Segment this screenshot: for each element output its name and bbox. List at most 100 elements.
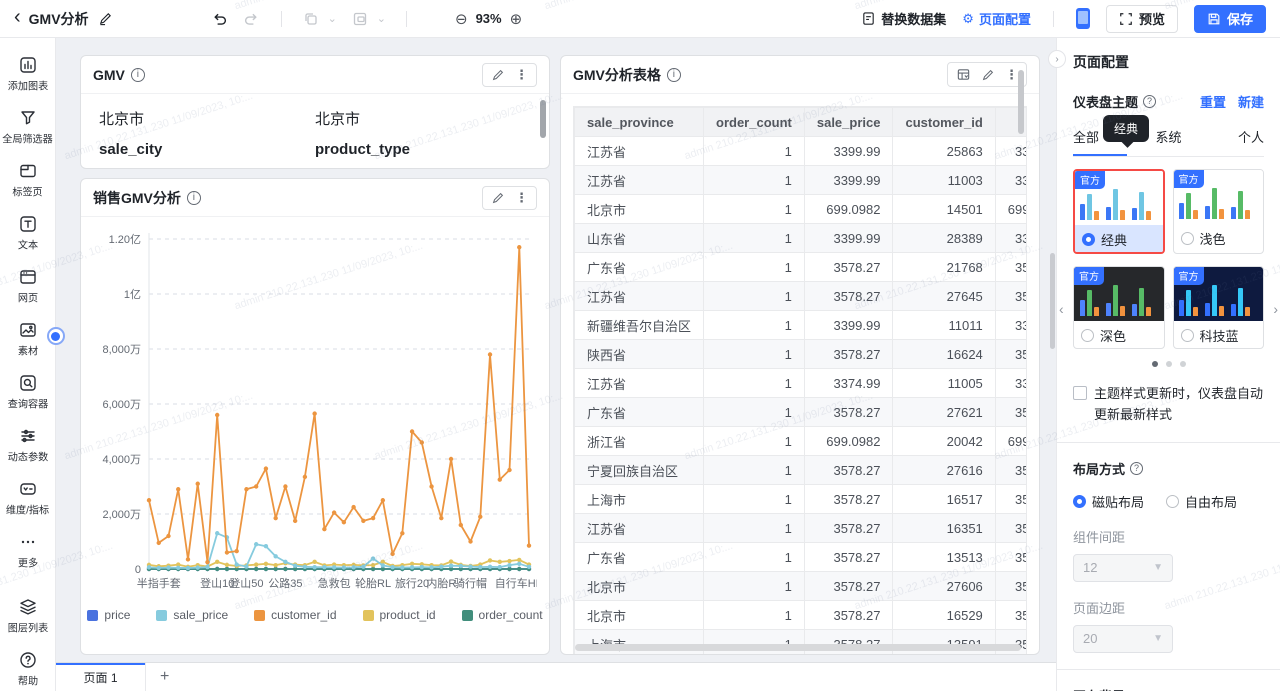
column-header[interactable]: customer_id <box>893 108 995 137</box>
column-header[interactable]: sale_price <box>804 108 893 137</box>
table-cell: 27606 <box>893 572 995 601</box>
table-row[interactable]: 江苏省13399.99258633399.98999023437 <box>575 137 1028 166</box>
theme-card-深色[interactable]: 深色官方 <box>1073 266 1165 349</box>
chevron-right-icon[interactable]: › <box>1273 301 1278 317</box>
legend-item-sale_price[interactable]: sale_price <box>156 608 228 622</box>
table-cell: 3578.27 <box>804 485 893 514</box>
sidebar-item-help[interactable]: 帮助 <box>0 643 56 691</box>
table-row[interactable]: 山东省13399.99283893399.98999023437 <box>575 224 1028 253</box>
sidebar-item-dimension[interactable]: 维度/指标 <box>0 472 56 525</box>
sidebar-item-media[interactable]: 素材 <box>0 313 56 366</box>
theme-create-link[interactable]: 新建 <box>1238 92 1264 111</box>
dashboard-canvas[interactable]: GMV i ⋮ 北京市sale_city北京市product_type 销售GM… <box>56 38 1056 662</box>
replace-dataset-button[interactable]: 替换数据集 <box>861 9 946 28</box>
kebab-menu-icon[interactable]: ⋮ <box>1005 68 1018 81</box>
theme-tab-个人[interactable]: 个人 <box>1210 127 1264 156</box>
insert-board-icon[interactable] <box>351 10 369 28</box>
zoom-in-icon[interactable]: ⊕ <box>510 10 523 28</box>
table-row[interactable]: 宁夏回族自治区13578.27276163578.27001953125 <box>575 456 1028 485</box>
pagination-dot[interactable] <box>1166 361 1172 367</box>
legend-item-customer_id[interactable]: customer_id <box>254 608 336 622</box>
sidebar-item-query[interactable]: 查询容器 <box>0 366 56 419</box>
edit-icon[interactable] <box>981 68 995 82</box>
page-margin-select[interactable]: 20 ▼ <box>1073 625 1173 653</box>
table-row[interactable]: 江苏省13578.27163513578.27001953125 <box>575 514 1028 543</box>
gmv-scrollbar[interactable] <box>540 100 546 138</box>
sidebar-item-filter[interactable]: 全局筛选器 <box>0 101 56 154</box>
help-icon[interactable]: ? <box>1130 462 1143 475</box>
sidebar-item-web[interactable]: 网页 <box>0 260 56 313</box>
sidebar-item-text[interactable]: 文本 <box>0 207 56 260</box>
pagination-dot[interactable] <box>1180 361 1186 367</box>
component-gap-select[interactable]: 12 ▼ <box>1073 554 1173 582</box>
theme-card-浅色[interactable]: 浅色官方 <box>1173 169 1265 254</box>
legend-item-price[interactable]: price <box>87 608 130 622</box>
redo-icon[interactable] <box>243 10 261 28</box>
table-row[interactable]: 陕西省13578.27166243578.27001953125 <box>575 340 1028 369</box>
zoom-out-icon[interactable]: ⊖ <box>455 10 468 28</box>
theme-tab-系统[interactable]: 系统 <box>1141 127 1195 156</box>
gmv-widget-body: 北京市sale_city北京市product_type <box>81 94 549 168</box>
theme-name: 经典 <box>1101 230 1127 249</box>
layout-option-grid[interactable]: 磁贴布局 <box>1073 492 1144 511</box>
back-icon[interactable]: ‹ <box>14 7 21 27</box>
svg-text:自行车HR: 自行车HR <box>495 576 537 590</box>
kebab-menu-icon[interactable]: ⋮ <box>515 68 528 81</box>
column-header[interactable]: sale_province <box>575 108 704 137</box>
gmv-widget[interactable]: GMV i ⋮ 北京市sale_city北京市product_type <box>80 55 550 169</box>
table-vertical-scrollbar[interactable] <box>1018 70 1024 134</box>
table-row[interactable]: 新疆维吾尔自治区13399.99110113399.98999023437 <box>575 311 1028 340</box>
table-detail-icon[interactable] <box>956 67 971 82</box>
auto-update-checkbox[interactable] <box>1073 386 1087 400</box>
sidebar-item-more[interactable]: 更多 <box>0 525 56 578</box>
table-row[interactable]: 北京市1699.098214501699.0982055664062 <box>575 195 1028 224</box>
chevron-down-icon[interactable]: ⌄ <box>328 12 337 25</box>
table-row[interactable]: 江苏省13578.27276453578.27001953125 <box>575 282 1028 311</box>
column-header[interactable]: order_count <box>704 108 805 137</box>
gmv-table-widget[interactable]: GMV分析表格 i ⋮ sale_provinceorder_countsale… <box>560 55 1040 655</box>
page-tab-1[interactable]: 页面 1 <box>56 663 146 691</box>
sales-gmv-chart-widget[interactable]: 销售GMV分析 i ⋮ 02,000万4,000万6,000万8,000万1亿1… <box>80 178 550 655</box>
table-row[interactable]: 广东省13578.27135133578.27001953125 <box>575 543 1028 572</box>
mobile-layout-icon[interactable] <box>1076 8 1090 29</box>
table-horizontal-scrollbar[interactable] <box>575 644 1021 651</box>
page-config-button[interactable]: ⚙ 页面配置 <box>962 9 1031 28</box>
sidebar-item-params[interactable]: 动态参数 <box>0 419 56 472</box>
kebab-menu-icon[interactable]: ⋮ <box>515 191 528 204</box>
theme-card-科技蓝[interactable]: 科技蓝官方 <box>1173 266 1265 349</box>
group-copy-icon[interactable] <box>302 10 320 28</box>
table-row[interactable]: 北京市13578.27165293578.27001953125 <box>575 601 1028 630</box>
theme-reset-link[interactable]: 重置 <box>1200 92 1226 111</box>
theme-card-经典[interactable]: 经典官方 <box>1073 169 1165 254</box>
edit-title-icon[interactable] <box>97 10 115 28</box>
table-row[interactable]: 北京市13578.27276063578.27001953125 <box>575 572 1028 601</box>
table-row[interactable]: 浙江省1699.098220042699.0982055664062 <box>575 427 1028 456</box>
chevron-down-icon[interactable]: ⌄ <box>377 12 386 25</box>
pagination-dot[interactable] <box>1152 361 1158 367</box>
add-page-icon[interactable]: + <box>160 668 169 686</box>
beacon-dot-icon[interactable] <box>47 327 65 345</box>
table-row[interactable]: 上海市13578.27135913578.27001953125 <box>575 630 1028 656</box>
legend-swatch <box>254 610 265 621</box>
table-row[interactable]: 江苏省13399.99110033399.98999023437 <box>575 166 1028 195</box>
edit-icon[interactable] <box>491 68 505 82</box>
save-button[interactable]: 保存 <box>1194 5 1266 33</box>
table-cell: 1 <box>704 514 805 543</box>
table-row[interactable]: 江苏省13374.99110053374.98999023437 <box>575 369 1028 398</box>
preview-button[interactable]: 预览 <box>1106 5 1178 33</box>
sidebar-item-chart[interactable]: 添加图表 <box>0 48 56 101</box>
undo-icon[interactable] <box>211 10 229 28</box>
chevron-left-icon[interactable]: ‹ <box>1059 301 1064 317</box>
table-row[interactable]: 广东省13578.27276213578.27001953125 <box>575 398 1028 427</box>
edit-icon[interactable] <box>491 191 505 205</box>
legend-item-product_id[interactable]: product_id <box>363 608 436 622</box>
layout-option-free[interactable]: 自由布局 <box>1166 492 1237 511</box>
help-icon[interactable]: ? <box>1143 95 1156 108</box>
panel-collapse-icon[interactable]: › <box>1048 50 1066 68</box>
table-row[interactable]: 广东省13578.27217683578.27001953125 <box>575 253 1028 282</box>
sidebar-item-layers[interactable]: 图层列表 <box>0 590 56 643</box>
sidebar-item-tab[interactable]: 标签页 <box>0 154 56 207</box>
canvas-scrollbar[interactable] <box>1050 253 1055 349</box>
legend-item-order_count[interactable]: order_count <box>462 608 543 622</box>
table-row[interactable]: 上海市13578.27165173578.27001953125 <box>575 485 1028 514</box>
